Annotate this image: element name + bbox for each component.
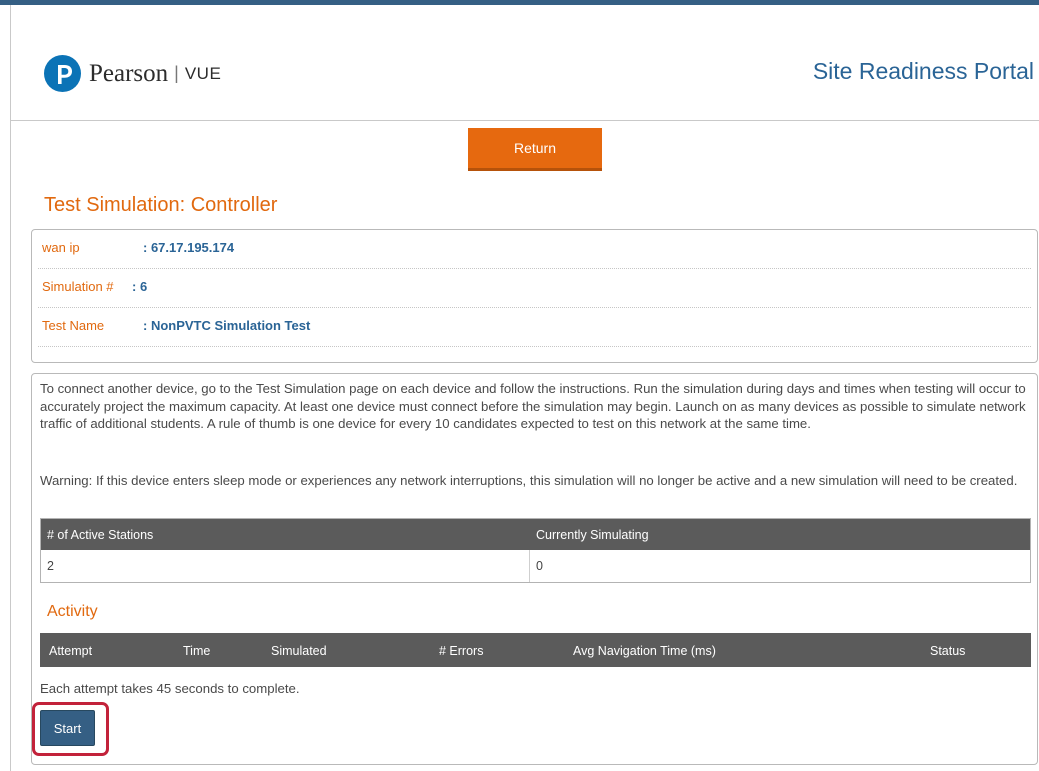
info-label: Test Name xyxy=(42,318,105,333)
simulation-info-panel: wan ip : 67.17.195.174 Simulation # : 6 … xyxy=(31,229,1038,363)
site-header: Pearson | VUE Site Readiness Portal xyxy=(11,5,1039,121)
page-title: Test Simulation: Controller xyxy=(44,194,278,216)
stations-table: # of Active Stations Currently Simulatin… xyxy=(40,518,1031,583)
column-header-attempt: Attempt xyxy=(49,644,93,658)
column-header-simulated: Simulated xyxy=(271,644,327,658)
instructions-paragraph: To connect another device, go to the Tes… xyxy=(40,381,1026,431)
warning-paragraph: Warning: If this device enters sleep mod… xyxy=(40,473,1018,488)
column-header-active-stations: # of Active Stations xyxy=(47,528,154,542)
page-frame: Pearson | VUE Site Readiness Portal Retu… xyxy=(10,5,1039,771)
activity-title: Activity xyxy=(47,603,98,620)
portal-title: Site Readiness Portal xyxy=(812,58,1034,84)
info-row-wan-ip: wan ip : 67.17.195.174 xyxy=(38,230,1031,269)
start-button[interactable]: Start xyxy=(40,710,95,746)
info-value: : NonPVTC Simulation Test xyxy=(143,318,311,333)
column-divider xyxy=(529,550,530,582)
stations-table-header: # of Active Stations Currently Simulatin… xyxy=(41,519,1030,550)
column-header-time: Time xyxy=(183,644,211,658)
pearson-vue-logo: Pearson | VUE xyxy=(44,55,221,92)
brand-product: VUE xyxy=(184,63,222,83)
brand-separator: | xyxy=(174,63,179,83)
return-button[interactable]: Return xyxy=(468,128,602,171)
brand-name: Pearson xyxy=(89,59,169,87)
simulation-panel: To connect another device, go to the Tes… xyxy=(31,373,1038,765)
column-header-status: Status xyxy=(930,644,966,658)
info-value: : 67.17.195.174 xyxy=(143,240,235,255)
info-label: wan ip xyxy=(42,240,80,255)
column-header-avg-navigation-time: Avg Navigation Time (ms) xyxy=(573,644,716,658)
info-row-simulation-number: Simulation # : 6 xyxy=(38,269,1031,308)
info-value: : 6 xyxy=(132,279,148,294)
column-header-currently-simulating: Currently Simulating xyxy=(536,528,649,542)
attempt-duration-note: Each attempt takes 45 seconds to complet… xyxy=(40,681,300,696)
info-label: Simulation # xyxy=(42,279,114,294)
pearson-logo-icon xyxy=(44,55,81,92)
active-stations-value: 2 xyxy=(47,559,54,573)
table-row: 2 0 xyxy=(41,550,1030,582)
column-header-errors: # Errors xyxy=(439,644,484,658)
currently-simulating-value: 0 xyxy=(536,559,543,573)
info-row-test-name: Test Name : NonPVTC Simulation Test xyxy=(38,308,1031,347)
activity-table-header: Attempt Time Simulated # Errors Avg Navi… xyxy=(40,633,1031,667)
